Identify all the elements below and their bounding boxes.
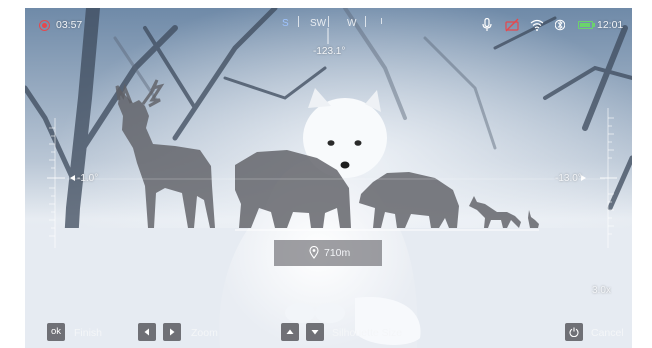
arrow-left-icon [144, 328, 149, 336]
arrow-up-icon [286, 329, 294, 334]
compass-separator [365, 16, 366, 27]
finish-label: Finish [74, 327, 103, 339]
compass-heading: -123.1° [313, 46, 346, 57]
right-inclination-reading: -13.0° [555, 173, 582, 184]
location-pin-icon [309, 246, 319, 259]
microphone-icon [482, 18, 492, 31]
power-icon [569, 327, 579, 337]
ok-button[interactable]: ok [47, 323, 65, 341]
bluetooth-icon [555, 19, 565, 31]
compass-separator [328, 16, 329, 27]
range-reticle [47, 28, 617, 248]
recording-time: 03:57 [56, 19, 83, 31]
compass-mark-w: W [347, 18, 357, 29]
silhouette-size-down-button[interactable] [306, 323, 324, 341]
compass-separator [298, 16, 299, 27]
battery-icon [578, 21, 595, 29]
wifi-icon [530, 19, 544, 31]
distance-value: 710m [324, 247, 351, 259]
scope-view: 03:57 S SW W -123.1° 12:01 -1.0° -13.0° … [25, 8, 632, 348]
record-dot-core [42, 23, 47, 28]
distance-readout: 710m [274, 240, 382, 266]
arrow-right-icon [170, 328, 175, 336]
silhouette-size-label: Silhouette Size [332, 327, 403, 339]
silhouette-size-up-button[interactable] [281, 323, 299, 341]
zoom-decrease-button[interactable] [138, 323, 156, 341]
camera-off-icon [505, 18, 519, 32]
compass-mark-sw: SW [310, 18, 327, 29]
compass-mark-s: S [282, 18, 289, 29]
zoom-increase-button[interactable] [163, 323, 181, 341]
zoom-level: 3.0x [592, 285, 611, 296]
cancel-button[interactable] [565, 323, 583, 341]
zoom-label: Zoom [191, 327, 218, 339]
left-inclination-reading: -1.0° [77, 173, 99, 184]
arrow-down-icon [311, 330, 319, 335]
clock: 12:01 [597, 19, 624, 31]
cancel-label: Cancel [591, 327, 624, 339]
compass-separator [381, 18, 382, 24]
device-screen: 03:57 S SW W -123.1° 12:01 -1.0° -13.0° … [0, 0, 652, 348]
